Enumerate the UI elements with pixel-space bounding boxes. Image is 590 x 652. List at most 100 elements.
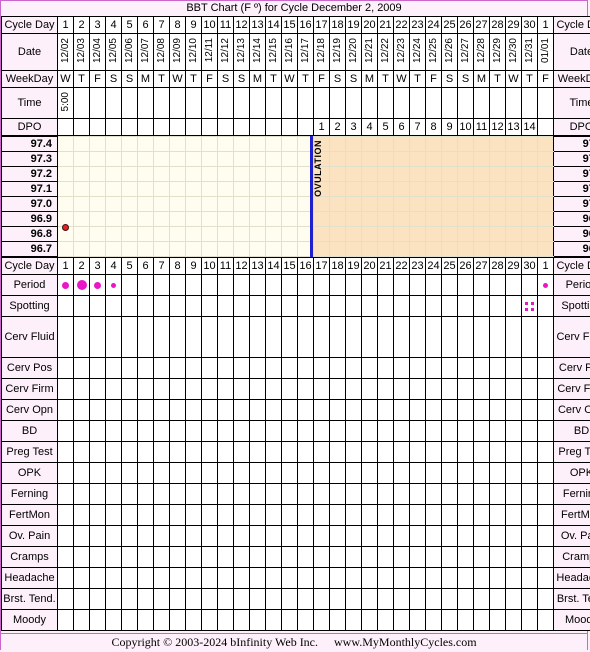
cell-headache-day-25[interactable] xyxy=(442,568,458,589)
temp-cell-day-11-97-0[interactable] xyxy=(218,197,234,212)
cell-opk-day-16[interactable] xyxy=(298,463,314,484)
cell-spotting-day-1[interactable] xyxy=(58,296,74,317)
temp-cell-day-5-96-9[interactable] xyxy=(122,212,138,227)
cell-preg-test-day-2[interactable] xyxy=(74,442,90,463)
temp-cell-day-3-97-4[interactable] xyxy=(90,137,106,152)
cell-bd-day-17[interactable] xyxy=(314,421,330,442)
cell-cerv-opn-day-26[interactable] xyxy=(458,400,474,421)
cell-cerv-fluid-day-19[interactable] xyxy=(346,317,362,358)
cell-cerv-firm-day-4[interactable] xyxy=(106,379,122,400)
temp-cell-day-31-97-2[interactable] xyxy=(538,167,554,182)
cell-cerv-fluid-day-24[interactable] xyxy=(426,317,442,358)
temp-cell-day-11-96-8[interactable] xyxy=(218,227,234,242)
cell-cerv-pos-day-31[interactable] xyxy=(538,358,554,379)
temp-cell-day-29-96-7[interactable] xyxy=(506,242,522,257)
cell-cerv-pos-day-11[interactable] xyxy=(218,358,234,379)
cell-preg-test-day-21[interactable] xyxy=(378,442,394,463)
cell-ov-pain-day-4[interactable] xyxy=(106,526,122,547)
cell-ferning-day-10[interactable] xyxy=(202,484,218,505)
cell-cerv-pos-day-17[interactable] xyxy=(314,358,330,379)
cell-fertmon-day-11[interactable] xyxy=(218,505,234,526)
cell-bd-day-22[interactable] xyxy=(394,421,410,442)
cell-moody-day-6[interactable] xyxy=(138,610,154,631)
cell-cerv-firm-day-19[interactable] xyxy=(346,379,362,400)
temp-cell-day-25-97-4[interactable] xyxy=(442,137,458,152)
cell-bd-day-1[interactable] xyxy=(58,421,74,442)
temp-cell-day-13-97-0[interactable] xyxy=(250,197,266,212)
cell-cerv-opn-day-10[interactable] xyxy=(202,400,218,421)
temp-cell-day-8-97-0[interactable] xyxy=(170,197,186,212)
temp-cell-day-13-96-8[interactable] xyxy=(250,227,266,242)
temp-cell-day-12-96-8[interactable] xyxy=(234,227,250,242)
cell-period-day-2[interactable] xyxy=(74,275,90,296)
cell-period-day-21[interactable] xyxy=(378,275,394,296)
cell-preg-test-day-9[interactable] xyxy=(186,442,202,463)
cell-cerv-firm-day-8[interactable] xyxy=(170,379,186,400)
cell-ferning-day-25[interactable] xyxy=(442,484,458,505)
cell-ov-pain-day-20[interactable] xyxy=(362,526,378,547)
cell-cramps-day-22[interactable] xyxy=(394,547,410,568)
cell-period-day-13[interactable] xyxy=(250,275,266,296)
cell-preg-test-day-3[interactable] xyxy=(90,442,106,463)
temp-cell-day-6-97-3[interactable] xyxy=(138,152,154,167)
cell-period-day-18[interactable] xyxy=(330,275,346,296)
cell-cerv-pos-day-19[interactable] xyxy=(346,358,362,379)
cell-cramps-day-24[interactable] xyxy=(426,547,442,568)
cell-cerv-firm-day-18[interactable] xyxy=(330,379,346,400)
temp-cell-day-27-97-0[interactable] xyxy=(474,197,490,212)
cell-headache-day-31[interactable] xyxy=(538,568,554,589)
cell-brst-tend-day-31[interactable] xyxy=(538,589,554,610)
temp-cell-day-21-97-2[interactable] xyxy=(378,167,394,182)
cell-cerv-pos-day-16[interactable] xyxy=(298,358,314,379)
temp-cell-day-25-97-2[interactable] xyxy=(442,167,458,182)
cell-cramps-day-1[interactable] xyxy=(58,547,74,568)
temp-cell-day-10-97-3[interactable] xyxy=(202,152,218,167)
temp-cell-day-9-97-4[interactable] xyxy=(186,137,202,152)
cell-ferning-day-20[interactable] xyxy=(362,484,378,505)
temp-cell-day-2-97-4[interactable] xyxy=(74,137,90,152)
cell-fertmon-day-1[interactable] xyxy=(58,505,74,526)
cell-preg-test-day-29[interactable] xyxy=(506,442,522,463)
cell-preg-test-day-31[interactable] xyxy=(538,442,554,463)
cell-spotting-day-11[interactable] xyxy=(218,296,234,317)
cell-moody-day-19[interactable] xyxy=(346,610,362,631)
temp-cell-day-9-97-3[interactable] xyxy=(186,152,202,167)
cell-fertmon-day-10[interactable] xyxy=(202,505,218,526)
cell-opk-day-20[interactable] xyxy=(362,463,378,484)
cell-preg-test-day-5[interactable] xyxy=(122,442,138,463)
cell-moody-day-25[interactable] xyxy=(442,610,458,631)
temp-cell-day-3-96-7[interactable] xyxy=(90,242,106,257)
cell-cerv-pos-day-12[interactable] xyxy=(234,358,250,379)
cell-headache-day-20[interactable] xyxy=(362,568,378,589)
cell-period-day-27[interactable] xyxy=(474,275,490,296)
cell-ov-pain-day-16[interactable] xyxy=(298,526,314,547)
cell-cerv-pos-day-1[interactable] xyxy=(58,358,74,379)
cell-cramps-day-16[interactable] xyxy=(298,547,314,568)
cell-headache-day-21[interactable] xyxy=(378,568,394,589)
cell-preg-test-day-11[interactable] xyxy=(218,442,234,463)
cell-ov-pain-day-8[interactable] xyxy=(170,526,186,547)
cell-headache-day-2[interactable] xyxy=(74,568,90,589)
cell-brst-tend-day-16[interactable] xyxy=(298,589,314,610)
temp-cell-day-14-96-9[interactable] xyxy=(266,212,282,227)
cell-ov-pain-day-14[interactable] xyxy=(266,526,282,547)
temp-cell-day-10-97-2[interactable] xyxy=(202,167,218,182)
cell-preg-test-day-24[interactable] xyxy=(426,442,442,463)
cell-bd-day-16[interactable] xyxy=(298,421,314,442)
cell-cramps-day-8[interactable] xyxy=(170,547,186,568)
cell-cramps-day-19[interactable] xyxy=(346,547,362,568)
cell-period-day-4[interactable] xyxy=(106,275,122,296)
cell-moody-day-30[interactable] xyxy=(522,610,538,631)
cell-preg-test-day-27[interactable] xyxy=(474,442,490,463)
cell-preg-test-day-4[interactable] xyxy=(106,442,122,463)
temp-cell-day-31-96-9[interactable] xyxy=(538,212,554,227)
temp-cell-day-1-97-4[interactable] xyxy=(58,137,74,152)
cell-period-day-29[interactable] xyxy=(506,275,522,296)
cell-cramps-day-25[interactable] xyxy=(442,547,458,568)
cell-preg-test-day-10[interactable] xyxy=(202,442,218,463)
cell-opk-day-19[interactable] xyxy=(346,463,362,484)
cell-cerv-firm-day-26[interactable] xyxy=(458,379,474,400)
temp-cell-day-12-97-0[interactable] xyxy=(234,197,250,212)
cell-moody-day-4[interactable] xyxy=(106,610,122,631)
cell-fertmon-day-27[interactable] xyxy=(474,505,490,526)
